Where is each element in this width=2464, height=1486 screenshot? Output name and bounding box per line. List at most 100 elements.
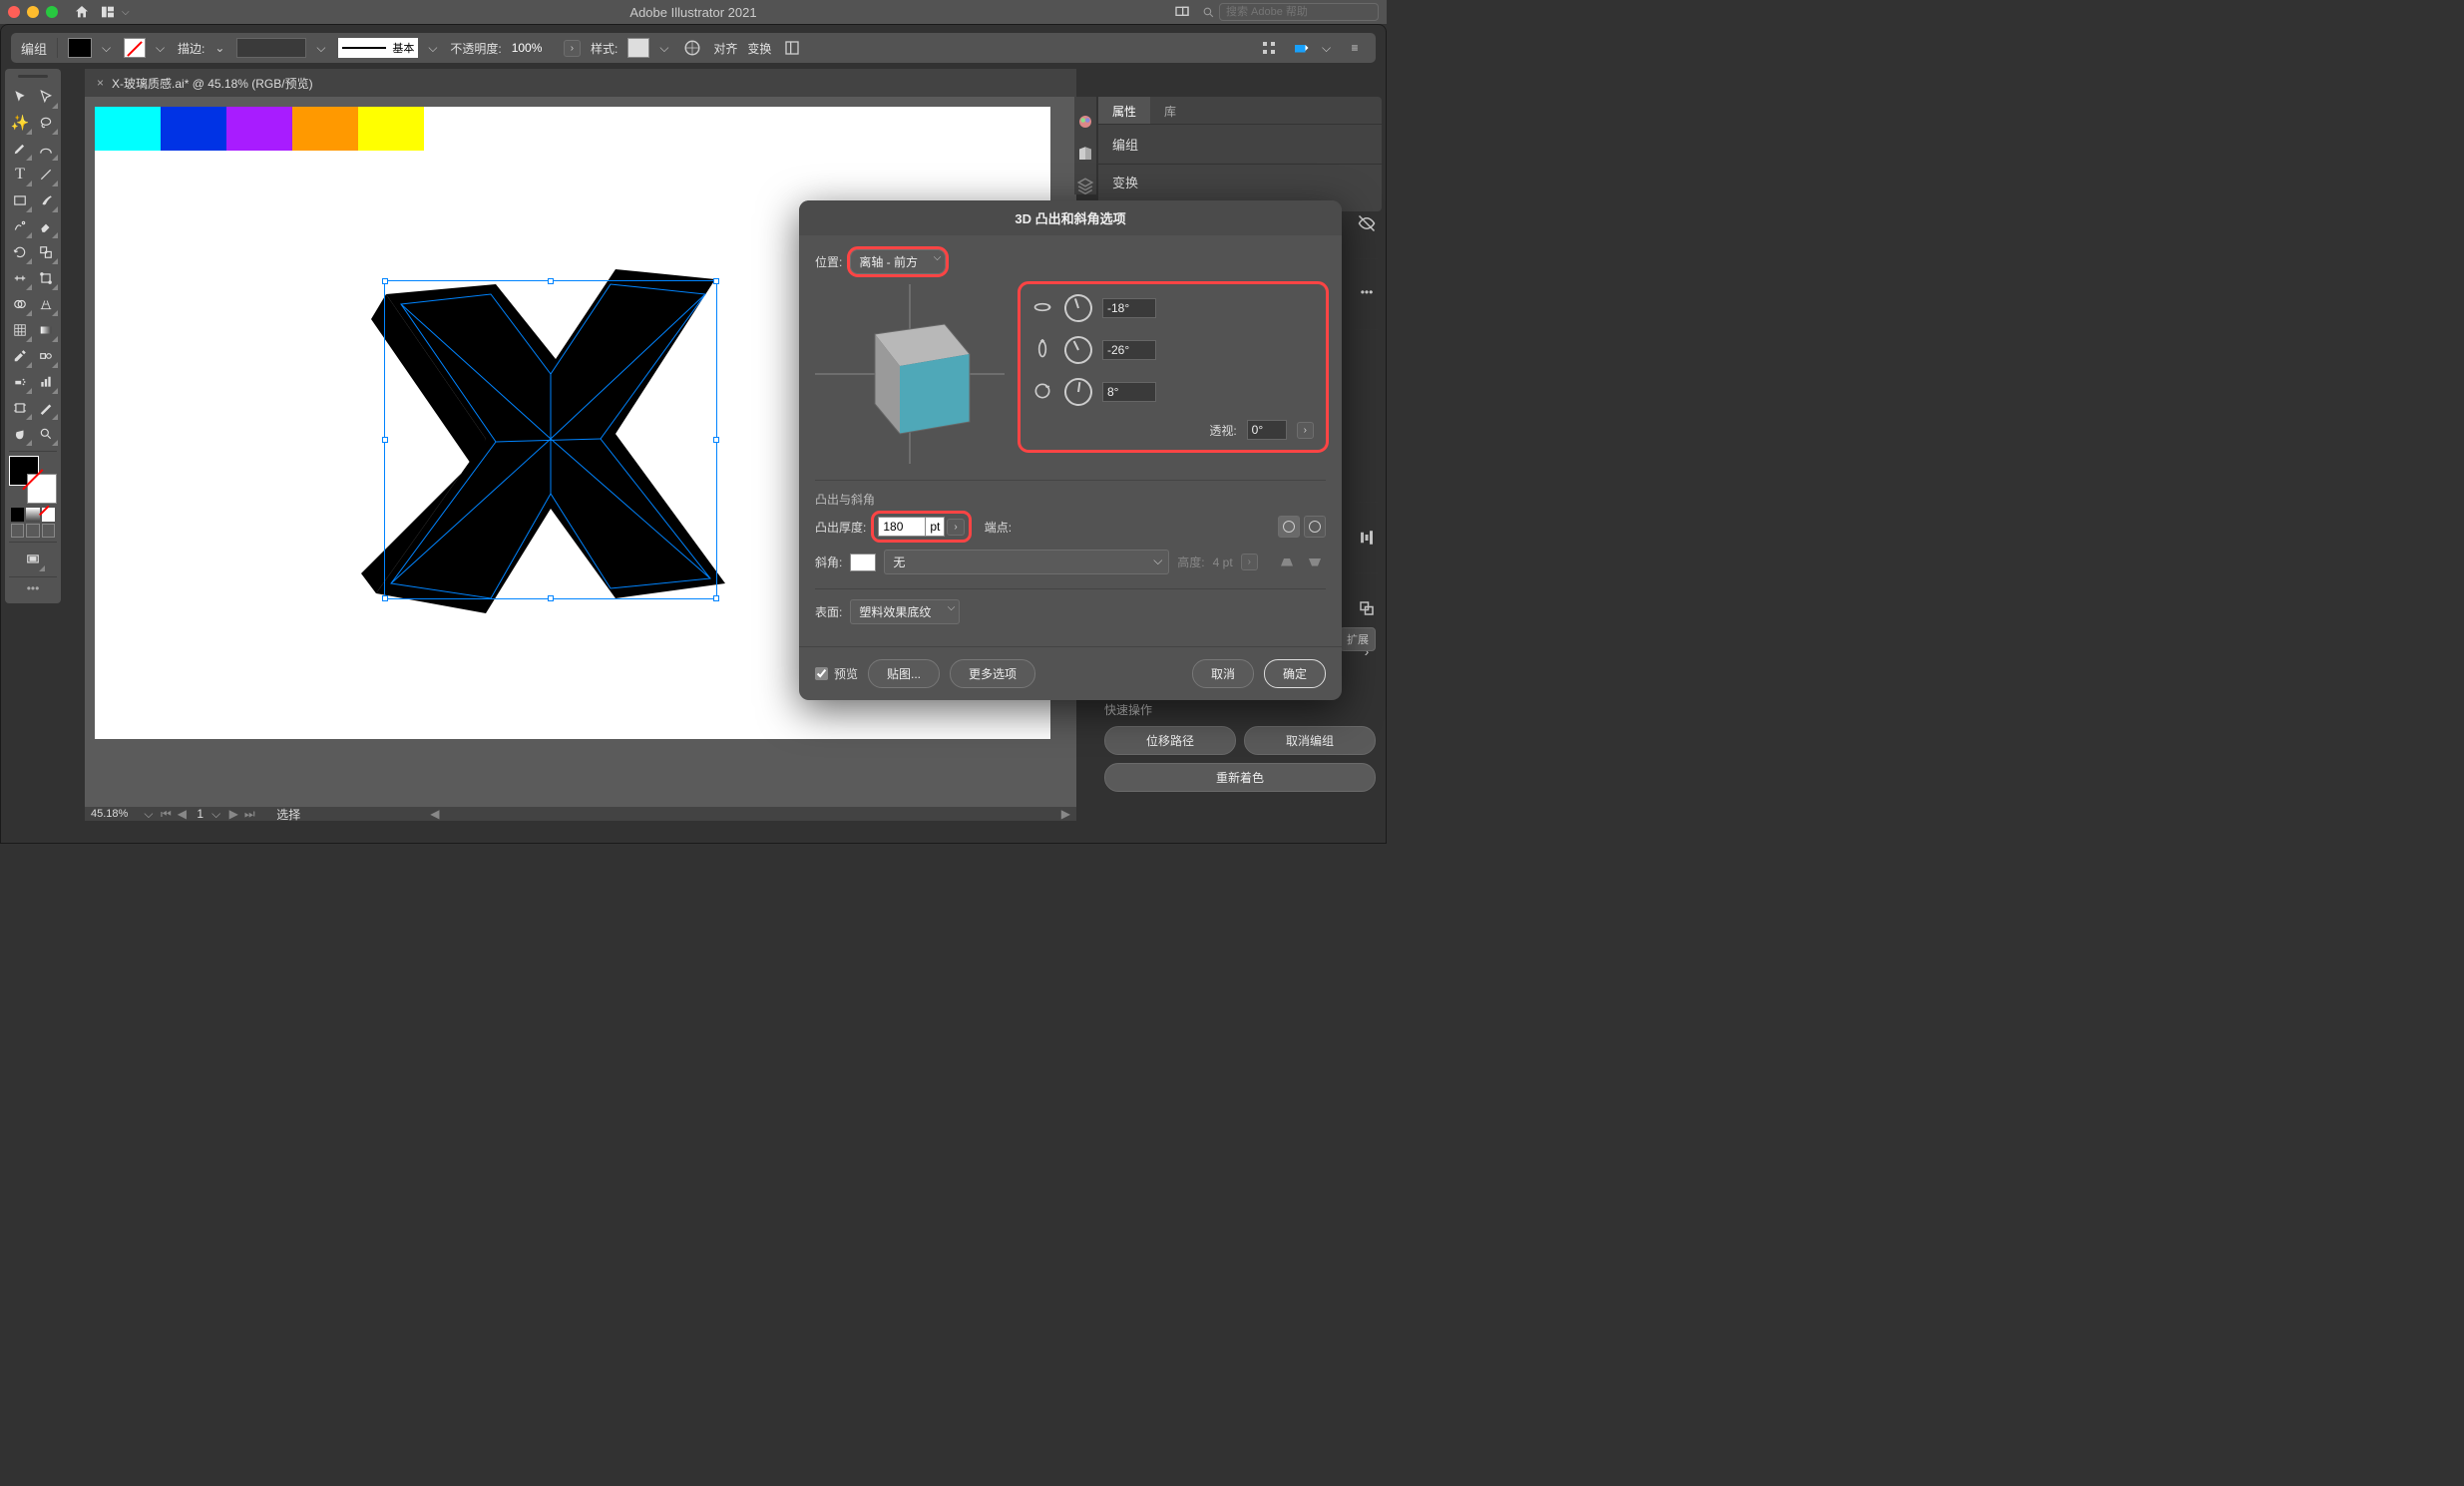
magic-wand-tool[interactable]: ✨ <box>7 110 33 136</box>
width-tool[interactable] <box>7 265 33 291</box>
scale-tool[interactable] <box>33 239 59 265</box>
draw-normal[interactable] <box>11 524 24 538</box>
depth-stepper[interactable]: › <box>947 519 964 536</box>
close-window[interactable] <box>8 6 20 18</box>
gradient-mode[interactable] <box>26 508 39 522</box>
tab-properties[interactable]: 属性 <box>1098 97 1150 124</box>
stroke-dropdown[interactable]: ⌵ <box>156 41 168 56</box>
opacity-stepper[interactable]: › <box>564 40 581 57</box>
blend-tool[interactable] <box>33 343 59 369</box>
document-tab[interactable]: × X-玻璃质感.ai* @ 45.18% (RGB/预览) <box>85 69 325 97</box>
rotate-x-input[interactable] <box>1102 298 1156 318</box>
transform-label[interactable]: 变换 <box>747 40 771 57</box>
edit-toolbar[interactable]: ••• <box>21 581 45 595</box>
hand-tool[interactable] <box>7 421 33 447</box>
rotate-x-dial[interactable] <box>1060 290 1095 325</box>
maximize-window[interactable] <box>46 6 58 18</box>
more-options-button[interactable]: 更多选项 <box>950 659 1035 688</box>
endcap-off[interactable] <box>1304 516 1326 538</box>
eraser-tool[interactable] <box>33 213 59 239</box>
mesh-tool[interactable] <box>7 317 33 343</box>
recolor-icon[interactable] <box>681 37 703 59</box>
scroll-right[interactable]: ▶ <box>1061 807 1070 821</box>
paintbrush-tool[interactable] <box>33 187 59 213</box>
rotate-y-input[interactable] <box>1102 340 1156 360</box>
bounding-box[interactable] <box>384 280 717 599</box>
align-panel-icon[interactable] <box>1358 529 1376 547</box>
screen-mode[interactable] <box>20 547 46 572</box>
arrange-docs-icon[interactable] <box>98 3 118 21</box>
selection-tool[interactable] <box>7 84 33 110</box>
shaper-tool[interactable] <box>7 213 33 239</box>
ungroup-button[interactable]: 取消编组 <box>1244 726 1376 755</box>
line-tool[interactable] <box>33 162 59 187</box>
color-mode[interactable] <box>11 508 24 522</box>
fill-stroke-indicator[interactable] <box>7 456 59 504</box>
isolate-icon[interactable] <box>781 37 803 59</box>
rectangle-tool[interactable] <box>7 187 33 213</box>
position-dropdown[interactable]: 离轴 - 前方 <box>850 249 946 274</box>
tab-library[interactable]: 库 <box>1150 97 1190 124</box>
scroll-left[interactable]: ◀ <box>430 807 439 821</box>
direct-selection-tool[interactable] <box>33 84 59 110</box>
swatches-panel-icon[interactable] <box>1076 145 1094 163</box>
more-panel-icon[interactable]: ••• <box>1358 285 1376 303</box>
fill-dropdown[interactable]: ⌵ <box>102 41 114 56</box>
draw-inside[interactable] <box>42 524 55 538</box>
ok-button[interactable]: 确定 <box>1264 659 1326 688</box>
bevel-dropdown[interactable]: 无 <box>884 550 1169 574</box>
recolor-button[interactable]: 重新着色 <box>1104 763 1376 792</box>
snap-icon[interactable] <box>1290 37 1312 59</box>
opacity-input[interactable] <box>512 41 560 55</box>
extend-badge[interactable]: 扩展 <box>1340 627 1376 651</box>
free-transform-tool[interactable] <box>33 265 59 291</box>
rotate-z-input[interactable] <box>1102 382 1156 402</box>
stroke-weight-dropdown[interactable]: ⌄ <box>214 41 226 55</box>
workspace-icon[interactable] <box>1172 3 1192 21</box>
endcap-on[interactable] <box>1278 516 1300 538</box>
perspective-grid-tool[interactable] <box>33 291 59 317</box>
type-tool[interactable]: T <box>7 162 33 187</box>
none-mode[interactable] <box>42 508 55 522</box>
rotate-y-dial[interactable] <box>1059 331 1096 368</box>
surface-dropdown[interactable]: 塑料效果底纹 <box>850 599 960 624</box>
preview-checkbox[interactable]: 预览 <box>815 665 858 682</box>
color-panel-icon[interactable] <box>1076 113 1094 131</box>
stroke-weight-input[interactable] <box>236 38 306 58</box>
symbol-sprayer-tool[interactable] <box>7 369 33 395</box>
pen-tool[interactable] <box>7 136 33 162</box>
map-art-button[interactable]: 贴图... <box>868 659 940 688</box>
graphic-style-swatch[interactable] <box>627 38 649 58</box>
slice-tool[interactable] <box>33 395 59 421</box>
rotate-z-dial[interactable] <box>1062 376 1094 408</box>
help-search-input[interactable] <box>1219 3 1379 21</box>
stroke-profile[interactable]: 基本 <box>338 38 418 58</box>
lasso-tool[interactable] <box>33 110 59 136</box>
draw-behind[interactable] <box>26 524 39 538</box>
eyedropper-tool[interactable] <box>7 343 33 369</box>
fill-swatch[interactable] <box>68 38 92 58</box>
menu-icon[interactable]: ≡ <box>1344 37 1366 59</box>
zoom-indicator[interactable]: 45.18% <box>85 808 144 820</box>
gradient-tool[interactable] <box>33 317 59 343</box>
3d-cube-preview[interactable] <box>815 284 1005 464</box>
curvature-tool[interactable] <box>33 136 59 162</box>
zoom-tool[interactable] <box>33 421 59 447</box>
cancel-button[interactable]: 取消 <box>1192 659 1254 688</box>
home-icon[interactable] <box>72 3 92 21</box>
layers-panel-icon[interactable] <box>1076 177 1094 194</box>
artboard-tool[interactable] <box>7 395 33 421</box>
artboard-number[interactable]: 1 <box>189 807 211 821</box>
close-tab-icon[interactable]: × <box>97 76 104 90</box>
perspective-input[interactable] <box>1247 420 1287 440</box>
perspective-stepper[interactable]: › <box>1297 422 1314 439</box>
align-label[interactable]: 对齐 <box>713 40 737 57</box>
shape-builder-tool[interactable] <box>7 291 33 317</box>
eye-panel-icon[interactable] <box>1358 214 1376 232</box>
grid-align-icon[interactable] <box>1258 37 1280 59</box>
artboard-nav[interactable]: ⏮◀ <box>159 807 189 822</box>
extrude-depth-input[interactable] <box>878 517 926 537</box>
stroke-swatch[interactable] <box>124 38 146 58</box>
pathfinder-panel-icon[interactable] <box>1358 599 1376 617</box>
graph-tool[interactable] <box>33 369 59 395</box>
